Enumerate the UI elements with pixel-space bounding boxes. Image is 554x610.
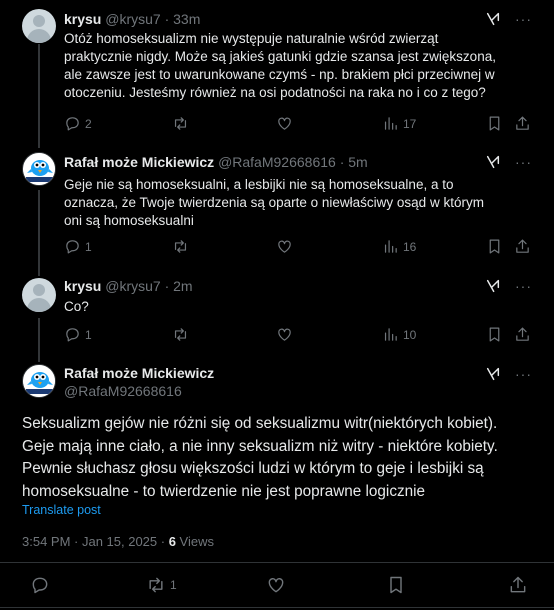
share-icon	[516, 327, 529, 341]
bookmark-button[interactable]	[486, 326, 503, 343]
views-button[interactable]: 10	[382, 326, 416, 343]
reply-count: 2	[85, 116, 92, 131]
tweet-timestamp: 3:54 PM · Jan 15, 2025 · 6 Views	[22, 534, 214, 549]
tweet-time[interactable]: · 33m	[165, 11, 201, 27]
views-icon	[384, 328, 397, 341]
tweet[interactable]: krysu @krysu7 · 33m ··· Otóż homoseksual…	[0, 0, 554, 148]
main-tweet-actions: 1	[0, 575, 554, 597]
like-button[interactable]	[276, 115, 297, 132]
views-count: 17	[403, 116, 417, 131]
tweet-actions: 1 10	[56, 326, 536, 346]
grok-icon[interactable]	[485, 278, 501, 294]
retweet-icon	[174, 117, 187, 130]
retweet-icon	[174, 240, 187, 253]
retweet-button[interactable]	[172, 238, 193, 255]
heart-icon	[278, 328, 291, 341]
tweet-text: Geje nie są homoseksualni, a lesbijki ni…	[64, 177, 484, 228]
avatar[interactable]	[22, 364, 56, 398]
share-button[interactable]	[514, 115, 531, 132]
share-icon	[510, 576, 526, 593]
bird-avatar-icon	[23, 153, 55, 185]
retweet-icon	[149, 577, 163, 593]
tweet[interactable]: krysu @krysu7 · 2m ··· Co? 1 10	[0, 272, 554, 360]
translate-link[interactable]: Translate post	[22, 503, 101, 517]
author-name[interactable]: krysu	[64, 11, 101, 27]
retweet-button[interactable]	[172, 326, 193, 343]
divider	[0, 607, 554, 608]
more-icon[interactable]: ···	[515, 278, 532, 294]
views-count: 10	[403, 327, 417, 342]
grok-icon[interactable]	[485, 154, 501, 170]
divider	[0, 562, 554, 563]
bookmark-button[interactable]	[386, 575, 406, 595]
author-name[interactable]: krysu	[64, 278, 101, 294]
reply-icon	[66, 328, 79, 342]
views-icon	[384, 240, 397, 253]
bookmark-icon	[489, 239, 500, 254]
author-handle[interactable]: @krysu7	[105, 278, 160, 294]
retweet-icon	[174, 328, 187, 341]
tweet-time[interactable]: · 5m	[340, 154, 368, 170]
more-icon[interactable]: ···	[515, 366, 532, 382]
tweet-header: Rafał może Mickiewicz @RafaM92668616 · 5…	[64, 154, 368, 170]
author-name[interactable]: Rafał może Mickiewicz	[64, 154, 214, 170]
views-count: 16	[403, 239, 417, 254]
avatar[interactable]	[22, 9, 56, 43]
bird-avatar-icon	[23, 365, 55, 397]
reply-button[interactable]: 1	[64, 326, 92, 343]
views-count: 6	[168, 534, 176, 549]
reply-icon	[32, 577, 48, 594]
heart-icon	[278, 240, 291, 253]
tweet-text: Co?	[64, 299, 89, 314]
bookmark-button[interactable]	[486, 238, 503, 255]
views-button[interactable]: 16	[382, 238, 416, 255]
retweet-button[interactable]	[172, 115, 193, 132]
tweet-time[interactable]: · 2m	[165, 278, 193, 294]
tweet-text: Otóż homoseksualizm nie występuje natura…	[64, 31, 496, 100]
reply-button[interactable]: 1	[64, 238, 92, 255]
views-label: Views	[175, 534, 214, 549]
reply-icon	[66, 240, 79, 254]
grok-icon[interactable]	[485, 11, 501, 27]
share-icon	[516, 116, 529, 130]
timestamp-text[interactable]: 3:54 PM · Jan 15, 2025 ·	[22, 534, 169, 549]
retweet-count: 1	[170, 578, 177, 592]
main-tweet-text: Seksualizm gejów nie różni się od seksua…	[22, 415, 498, 500]
like-button[interactable]	[276, 238, 297, 255]
more-icon[interactable]: ···	[515, 154, 532, 170]
author-handle[interactable]: @RafaM92668616	[218, 154, 336, 170]
bookmark-icon	[489, 327, 500, 342]
bookmark-button[interactable]	[486, 115, 503, 132]
bookmark-icon	[489, 116, 500, 131]
author-name[interactable]: Rafał może Mickiewicz	[64, 365, 214, 381]
reply-button[interactable]	[30, 575, 50, 595]
tweet[interactable]: Rafał może Mickiewicz @RafaM92668616 · 5…	[0, 148, 554, 272]
bookmark-icon	[390, 576, 402, 594]
share-icon	[516, 239, 529, 253]
author-handle[interactable]: @RafaM92668616	[64, 383, 182, 399]
tweet-actions: 2 17	[56, 115, 536, 135]
share-button[interactable]	[508, 575, 528, 595]
views-button[interactable]: 17	[382, 115, 416, 132]
share-button[interactable]	[514, 238, 531, 255]
heart-icon	[268, 578, 284, 593]
views-icon	[384, 117, 397, 130]
tweet-header: krysu @krysu7 · 2m	[64, 278, 193, 294]
share-button[interactable]	[514, 326, 531, 343]
like-button[interactable]	[276, 326, 297, 343]
tweet-header: krysu @krysu7 · 33m	[64, 11, 200, 27]
reply-count: 1	[85, 327, 92, 342]
grok-icon[interactable]	[485, 366, 501, 382]
author-handle[interactable]: @krysu7	[105, 11, 160, 27]
avatar[interactable]	[22, 278, 56, 312]
reply-count: 1	[85, 239, 92, 254]
reply-icon	[66, 117, 79, 131]
tweet-actions: 1 16	[56, 238, 536, 258]
like-button[interactable]	[266, 575, 286, 595]
avatar[interactable]	[22, 152, 56, 186]
heart-icon	[278, 117, 291, 130]
more-icon[interactable]: ···	[515, 11, 532, 27]
retweet-button[interactable]: 1	[146, 575, 177, 595]
reply-button[interactable]: 2	[64, 115, 92, 132]
